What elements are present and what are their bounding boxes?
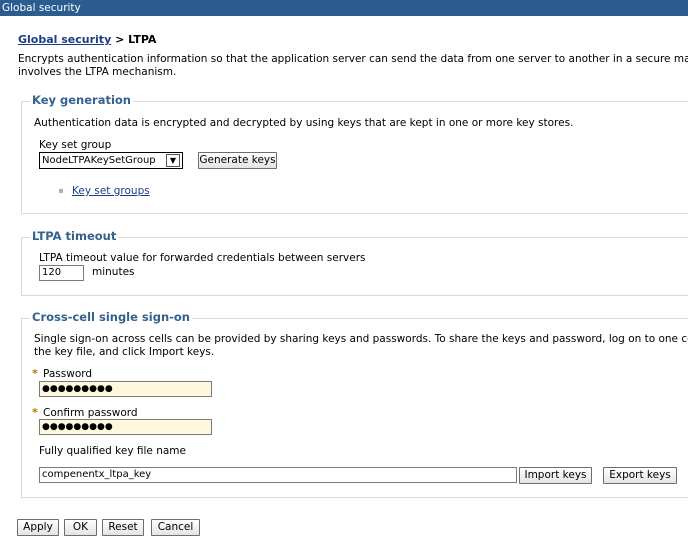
cross-cell-text-line-2: the key file, and click Import keys. <box>34 346 215 358</box>
key-file-label: Fully qualified key file name <box>39 445 186 457</box>
cancel-button[interactable]: Cancel <box>151 519 200 536</box>
reset-button[interactable]: Reset <box>102 519 144 536</box>
generate-keys-button[interactable]: Generate keys <box>198 152 277 169</box>
window-title-bar: Global security <box>0 0 688 16</box>
key-file-input[interactable]: compenentx_ltpa_key <box>39 467 517 483</box>
page-description: Encrypts authentication information so t… <box>18 53 688 79</box>
ltpa-timeout-section: LTPA timeout LTPA timeout value for forw… <box>21 229 688 296</box>
export-keys-button[interactable]: Export keys <box>603 467 677 484</box>
window-title: Global security <box>2 2 81 14</box>
cross-cell-sso-title: Cross-cell single sign-on <box>30 310 192 324</box>
confirm-password-field[interactable]: ●●●●●●●●● <box>39 419 212 435</box>
ok-button[interactable]: OK <box>64 519 97 536</box>
required-icon: * <box>32 406 38 419</box>
key-set-groups-link[interactable]: Key set groups <box>72 185 150 197</box>
breadcrumb-current: LTPA <box>128 33 157 46</box>
password-label: Password <box>43 368 93 380</box>
ltpa-timeout-input[interactable]: 120 <box>39 265 84 281</box>
breadcrumb-link-global-security[interactable]: Global security <box>18 33 111 46</box>
apply-button[interactable]: Apply <box>17 519 59 536</box>
key-generation-text: Authentication data is encrypted and dec… <box>34 117 574 129</box>
password-field[interactable]: ●●●●●●●●● <box>39 381 212 397</box>
key-set-group-value: NodeLTPAKeySetGroup <box>42 155 156 166</box>
key-set-group-select[interactable]: NodeLTPAKeySetGroup ▼ <box>39 152 183 169</box>
cross-cell-sso-section: Cross-cell single sign-on Single sign-on… <box>21 310 688 498</box>
description-line-2: involves the LTPA mechanism. <box>18 66 177 78</box>
description-line-1: Encrypts authentication information so t… <box>18 53 688 65</box>
key-generation-title: Key generation <box>30 93 133 107</box>
ltpa-timeout-label: LTPA timeout value for forwarded credent… <box>39 252 366 264</box>
key-generation-section: Key generation Authentication data is en… <box>21 93 688 214</box>
required-icon: * <box>32 367 38 380</box>
ltpa-timeout-unit: minutes <box>92 266 135 278</box>
confirm-password-label: Confirm password <box>43 407 138 419</box>
cross-cell-text-line-1: Single sign-on across cells can be provi… <box>34 333 688 345</box>
bullet-icon <box>59 189 63 193</box>
import-keys-button[interactable]: Import keys <box>519 467 592 484</box>
chevron-down-icon[interactable]: ▼ <box>166 154 180 167</box>
breadcrumb-separator: > <box>111 33 129 46</box>
ltpa-timeout-title: LTPA timeout <box>30 229 119 243</box>
key-set-group-label: Key set group <box>39 139 112 151</box>
breadcrumb: Global security > LTPA <box>18 33 156 46</box>
